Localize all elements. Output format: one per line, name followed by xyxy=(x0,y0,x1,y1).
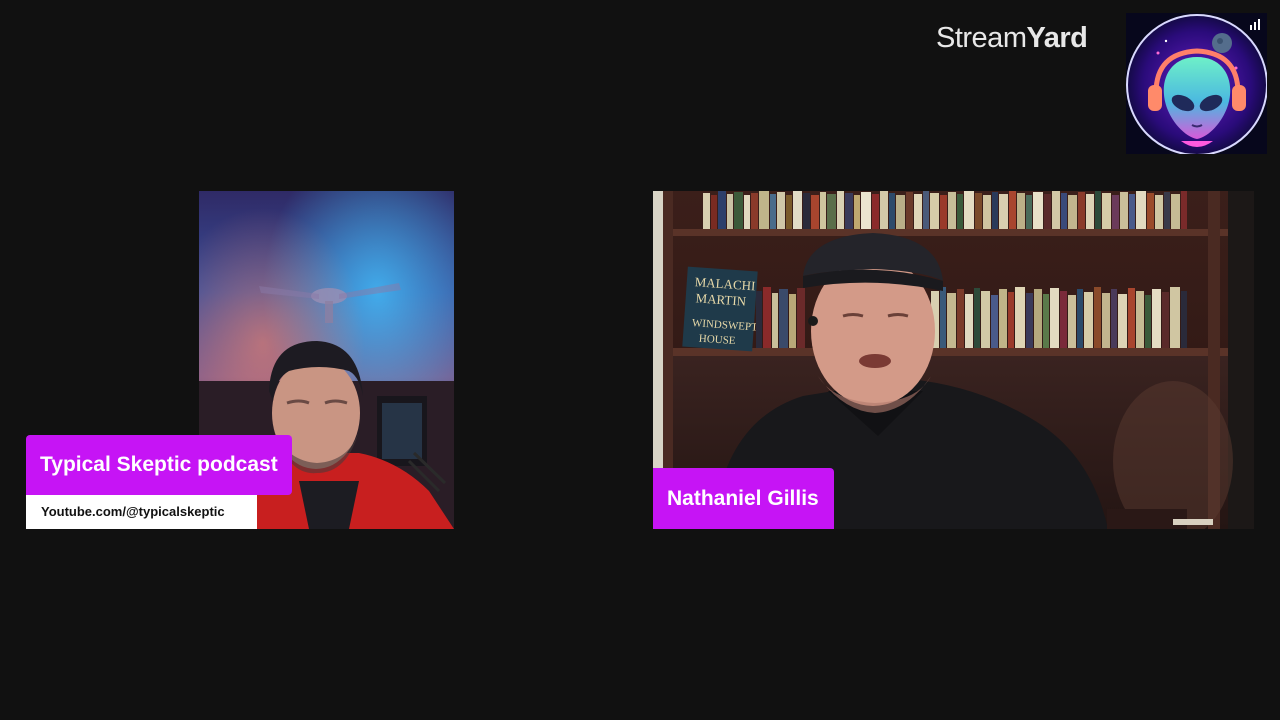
brand-part2: Yard xyxy=(1026,22,1088,54)
participant-subtitle-1: Youtube.com/@typicalskeptic xyxy=(26,495,257,529)
brand-part1: Stream xyxy=(936,22,1027,54)
featured-book: MALACHI MARTIN WINDSWEPT HOUSE xyxy=(682,266,758,352)
signal-icon xyxy=(1250,19,1260,30)
streamyard-brand: StreamYard xyxy=(936,22,1088,55)
bookshelf-top xyxy=(703,191,1187,229)
show-logo xyxy=(1126,13,1267,154)
participant-name-tag-1: Typical Skeptic podcast xyxy=(26,435,292,495)
book-line-4: HOUSE xyxy=(698,333,736,348)
broadcast-stage: StreamYard MALACHI MARTIN WINDSWEPT HOUS… xyxy=(0,0,1280,720)
participant-name-tag-2: Nathaniel Gillis xyxy=(653,468,834,529)
alien-logo-icon xyxy=(1126,13,1267,154)
